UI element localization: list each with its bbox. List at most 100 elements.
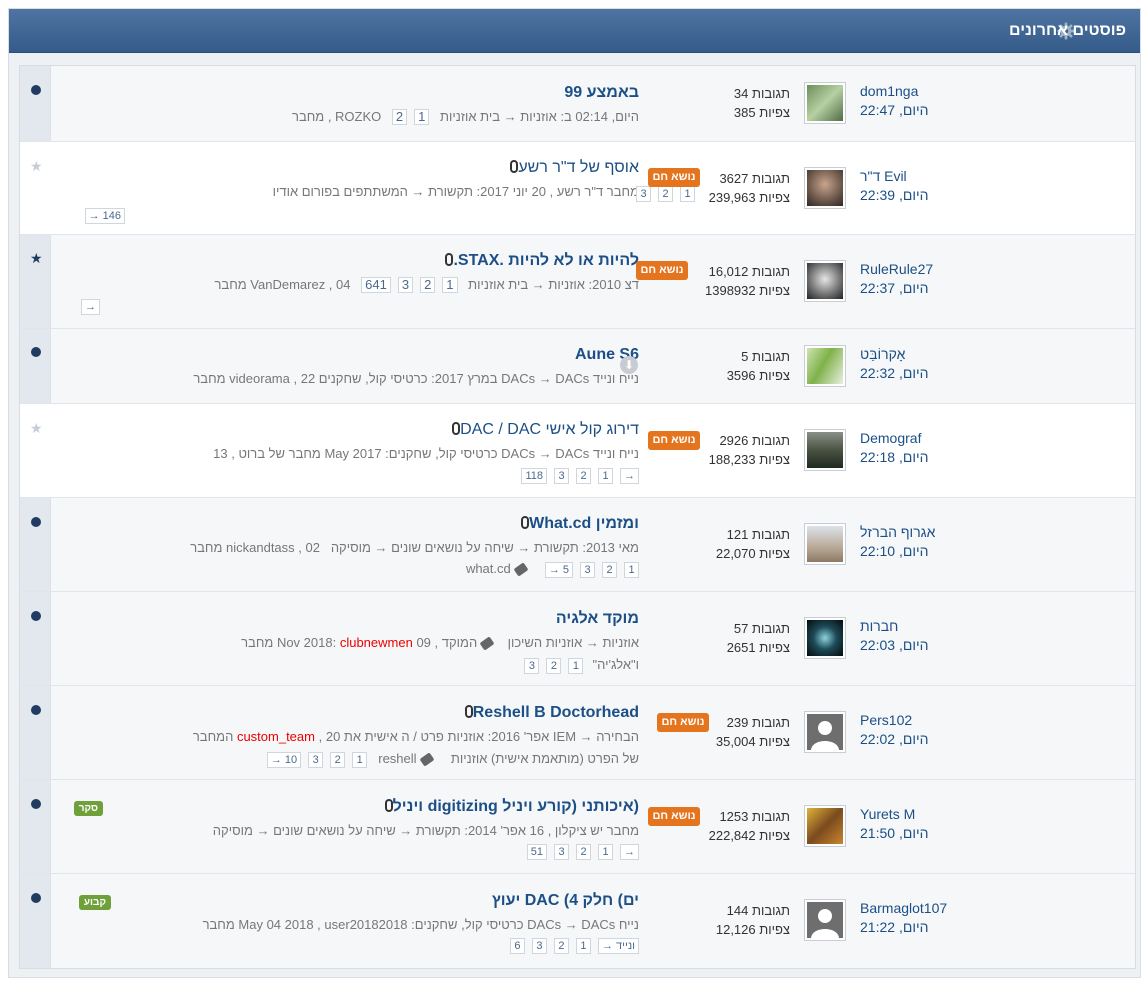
unread-dot-icon [31,611,41,621]
download-icon[interactable]: ⬇ [620,356,638,374]
views-count: 1398932 [705,283,756,298]
tag-link[interactable]: what.cd [466,561,511,576]
page-link[interactable]: 3 [580,562,595,578]
page-link[interactable]: 3 [308,752,324,768]
tag-icon [419,752,435,767]
topic-title-link[interactable]: ומזמין What.cd [529,515,639,532]
topic-row: מוקד אלגיה אוזניות → אוזניות השיכון המוק… [20,592,1135,686]
last-poster-link[interactable]: dom1nga [860,83,918,99]
page-link[interactable]: 1 [352,752,368,768]
page-link[interactable]: 3 [554,844,569,860]
last-poster-link[interactable]: RuleRule27 [860,261,933,277]
replies-count: 16,012 [708,264,749,279]
page-link[interactable]: 3 [531,938,547,954]
avatar[interactable] [804,805,846,847]
topic-stats: תגובות 144 צפיות 12,126 [715,903,790,937]
tag-link[interactable]: reshell [378,751,416,766]
avatar[interactable] [804,523,846,565]
replies-count: 5 [741,349,749,364]
avatar[interactable] [804,711,846,753]
topic-row: (איכותני (קורע ויניל digitizing ויניל סק… [20,780,1135,874]
page-link[interactable]: 2 [602,562,617,578]
avatar[interactable] [804,167,846,209]
topic-title-link[interactable]: אוסף של ד"ר רשע [518,159,639,176]
paperclip-icon [464,705,473,718]
topic-title-link[interactable]: דירוג קול אישי DAC / DAC [460,421,639,438]
replies-count: 1253 [719,809,749,824]
page-link[interactable]: 1 [575,938,591,954]
avatar[interactable] [804,429,846,471]
topic-title-link[interactable]: Reshell B Doctorhead [473,704,639,721]
last-poster-link[interactable]: אָקרוֹבַּט [860,346,905,362]
views-count: 385 [733,105,756,120]
avatar[interactable] [804,617,846,659]
last-poster-link[interactable]: Demograf [860,430,921,446]
page-link[interactable]: 2 [330,752,346,768]
page-link[interactable]: 1 [598,468,613,484]
page-link[interactable]: 10 → [266,752,302,768]
page-link[interactable]: 2 [576,844,591,860]
last-post-time: 22:32 [860,365,896,381]
page-link[interactable]: 3 [636,186,651,202]
page-link[interactable]: 2 [553,938,569,954]
page-link[interactable]: 2 [420,277,436,293]
star-icon[interactable]: ★ [30,251,43,265]
page-link[interactable]: 3 [554,468,569,484]
page-link[interactable]: ונייד → [597,938,639,954]
page-link[interactable]: 2 [546,658,562,674]
page-link[interactable]: 1 [598,844,613,860]
unread-dot-icon [31,85,41,95]
last-poster-link[interactable]: ד"ר Evil [860,168,907,184]
last-poster-link[interactable]: אגרוף הברזל [860,524,935,540]
last-post-time: 22:47 [860,102,896,118]
paperclip-icon [452,422,461,435]
page-link[interactable]: 51 [526,844,547,860]
page-link[interactable]: 641 [361,277,391,293]
star-icon[interactable]: ★ [30,421,43,435]
tag-link[interactable]: המוקד [442,635,477,650]
last-poster-link[interactable]: Yurets M [860,806,915,822]
page-link[interactable]: 5 → [544,562,573,578]
last-post-time: 22:39 [860,187,896,203]
page-link[interactable]: 3 [397,277,414,293]
tag-icon [479,636,495,651]
author-link[interactable]: clubnewmen [340,635,413,650]
avatar[interactable] [804,260,846,302]
page-link[interactable]: 118 [521,468,547,484]
last-post-time: 21:50 [860,825,896,841]
avatar[interactable] [804,345,846,387]
topic-title-link[interactable]: ים) חלק 4) DAC יעוץ [492,892,639,909]
page-link[interactable]: 1 [414,109,430,125]
page-link[interactable]: 6 [509,938,525,954]
topic-title-link[interactable]: (איכותני (קורע ויניל digitizing ויניל [393,798,639,815]
page-link[interactable]: 1 [624,562,639,578]
page-link[interactable]: 3 [524,658,540,674]
topic-stats: תגובות 121 צפיות 22,070 [715,527,790,561]
avatar[interactable] [804,82,846,124]
topic-row: ★ אוסף של ד"ר רשע מחבר ד"ר רשע , 20 יוני… [20,142,1135,235]
page-link[interactable]: 1 [568,658,584,674]
topic-stats: תגובות 16,012 צפיות 1398932 [705,264,790,298]
topic-title-link[interactable]: באמצע 99 [564,84,639,101]
page-link[interactable]: → [620,468,639,484]
page-link[interactable]: 2 [391,109,408,125]
topic-list: באמצע 99 היום, 02:14 ב: אוזניות → בית או… [19,65,1136,969]
views-count: 12,126 [715,922,756,937]
topic-meta: נייח ונייד DACs → DACs כרטיסי קול, שחקני… [213,446,639,461]
topic-title-link[interactable]: להיות או לא להיות .STAX. [453,252,639,269]
page-link[interactable]: → [620,844,639,860]
avatar[interactable] [804,899,846,941]
page-next-link[interactable]: → [81,299,100,315]
page-link-last[interactable]: 146 → [84,208,125,224]
page-link[interactable]: 2 [576,468,591,484]
last-post-time: 22:02 [860,731,896,747]
author-link[interactable]: custom_team [237,729,315,744]
replies-count: 2926 [719,433,749,448]
star-icon[interactable]: ★ [30,159,43,173]
topic-title-link[interactable]: מוקד אלגיה [556,610,639,627]
last-poster-link[interactable]: Barmaglot107 [860,900,947,916]
page-link[interactable]: 1 [442,277,458,293]
tag-icon [513,562,529,577]
last-poster-link[interactable]: Pers102 [860,712,912,728]
last-poster-link[interactable]: חברות [860,618,898,634]
